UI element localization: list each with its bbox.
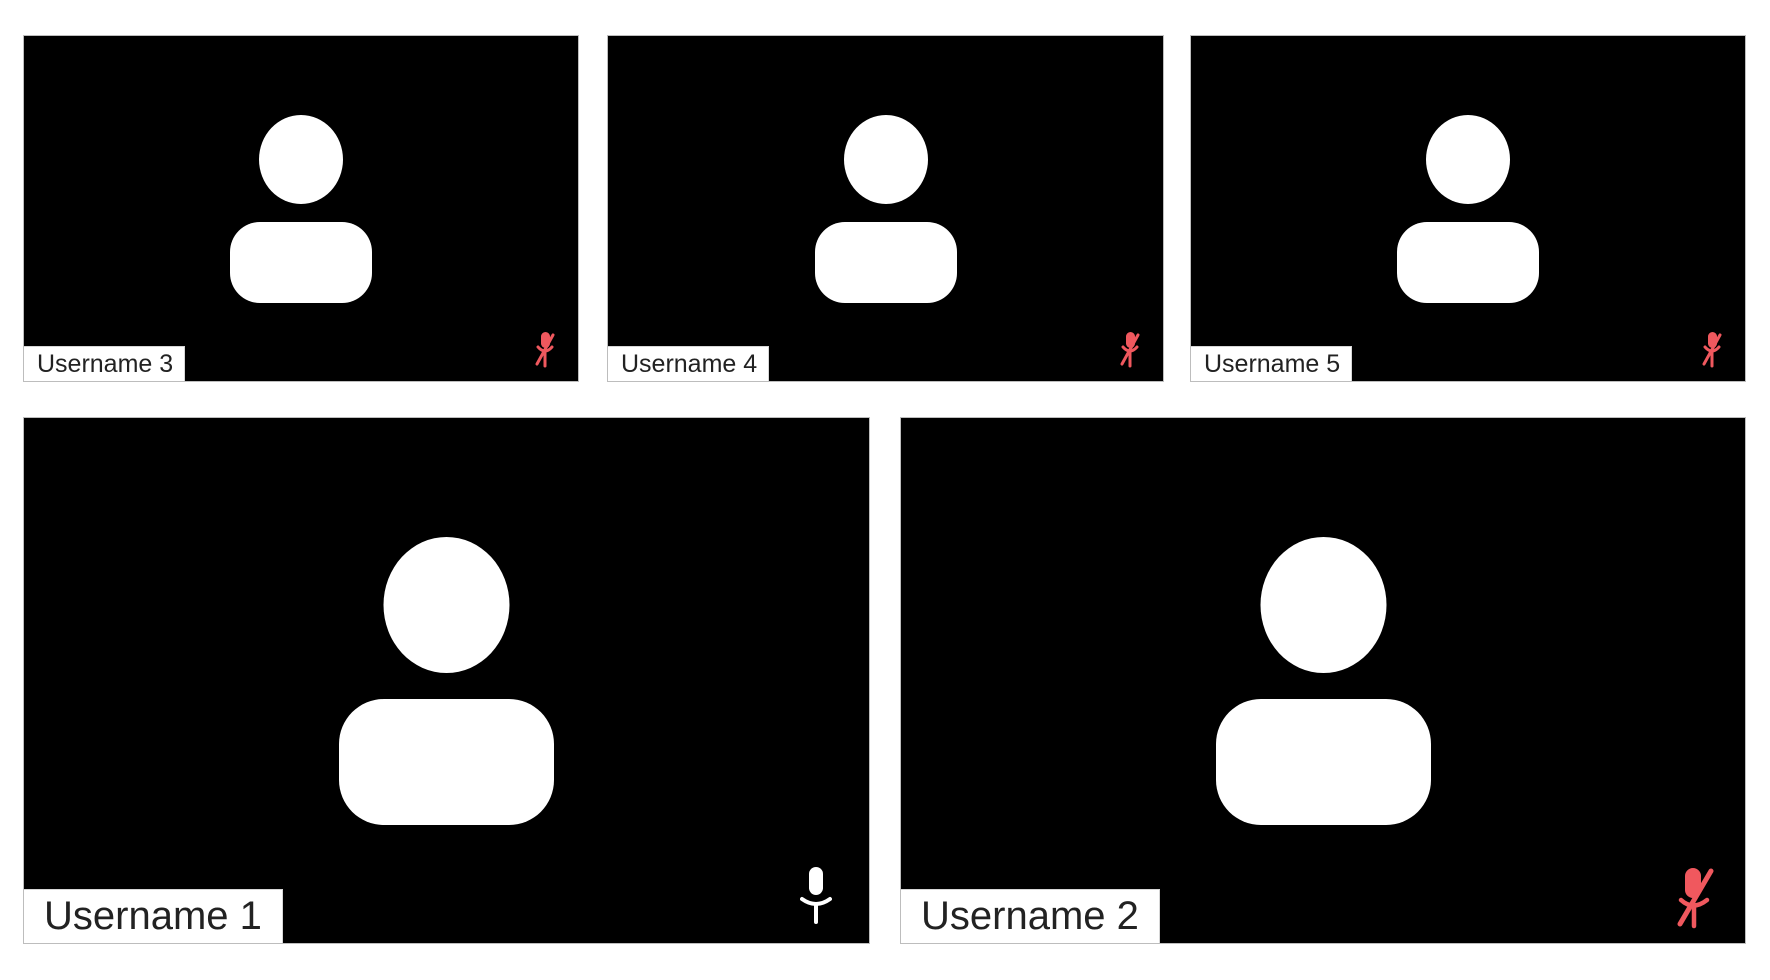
participant-tile-username-2[interactable]: Username 2 (901, 418, 1745, 943)
participant-tile-username-4[interactable]: Username 4 (608, 36, 1163, 381)
avatar-body (339, 699, 554, 825)
mic-off-icon[interactable] (1119, 332, 1141, 368)
avatar-body (814, 222, 957, 303)
avatar-head (843, 115, 928, 204)
avatar-head (259, 115, 343, 204)
participant-tile-username-1[interactable]: Username 1 (24, 418, 869, 943)
user-placeholder-icon (814, 115, 957, 305)
user-placeholder-icon (1215, 537, 1431, 827)
mic-icon[interactable] (800, 867, 832, 925)
avatar-head (383, 537, 510, 673)
participant-tile-username-5[interactable]: Username 5 (1191, 36, 1745, 381)
participant-name-label: Username 4 (608, 347, 769, 381)
participant-name-label: Username 5 (1191, 347, 1352, 381)
participant-name-label: Username 2 (901, 890, 1159, 943)
mic-off-icon[interactable] (534, 332, 556, 368)
user-placeholder-icon (1397, 115, 1539, 305)
avatar-head (1260, 537, 1386, 673)
mic-off-icon[interactable] (1675, 867, 1717, 929)
user-placeholder-icon (230, 115, 372, 305)
participant-name-label: Username 3 (24, 347, 185, 381)
participant-tile-username-3[interactable]: Username 3 (24, 36, 578, 381)
mic-off-icon[interactable] (1701, 332, 1723, 368)
avatar-body (1215, 699, 1431, 825)
user-placeholder-icon (339, 537, 554, 827)
avatar-body (1397, 222, 1539, 303)
avatar-body (230, 222, 372, 303)
participant-name-label: Username 1 (24, 890, 282, 943)
avatar-head (1426, 115, 1510, 204)
